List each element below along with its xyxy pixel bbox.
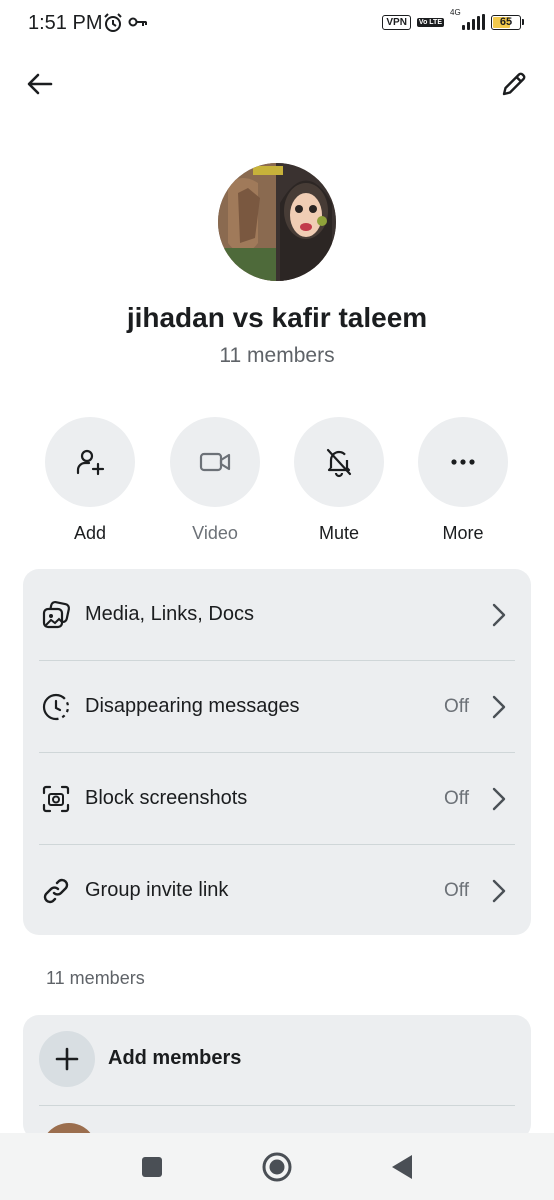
battery-level: 65 (499, 15, 513, 28)
edit-button[interactable] (496, 66, 532, 102)
media-icon (39, 598, 73, 632)
signal-icon: 4G (450, 8, 485, 30)
back-button[interactable] (22, 66, 58, 102)
plus-icon (55, 1047, 79, 1071)
more-action-button[interactable] (418, 417, 508, 507)
link-icon (39, 874, 73, 908)
settings-row-block-screenshots[interactable]: Block screenshots Off (23, 753, 531, 844)
home-button[interactable] (261, 1151, 293, 1183)
screenshot-camera-icon (39, 782, 73, 816)
settings-row-value: Off (444, 695, 469, 717)
divider (39, 1105, 515, 1106)
status-time: 1:51 PM (28, 12, 103, 34)
video-action-label: Video (192, 523, 238, 543)
more-dots-icon (451, 459, 475, 465)
add-action-label: Add (73, 523, 107, 543)
settings-row-disappearing[interactable]: Disappearing messages Off (23, 661, 531, 752)
mute-action-button[interactable] (294, 417, 384, 507)
mute-action-label: Mute (318, 523, 360, 543)
timer-icon (39, 690, 73, 724)
arrow-left-icon (27, 73, 53, 95)
add-members-label[interactable]: Add members (108, 1047, 241, 1070)
video-camera-icon (199, 452, 231, 472)
members-card: Add members (23, 1015, 531, 1179)
status-bar: 1:51 PM VPN Vo LTE 4G 65 (0, 0, 554, 48)
network-type: 4G (450, 8, 461, 17)
alarm-icon (102, 12, 124, 39)
square-icon (142, 1157, 162, 1177)
settings-row-value: Off (444, 879, 469, 901)
recents-button[interactable] (136, 1151, 168, 1183)
battery-icon: 65 (491, 14, 524, 30)
members-section-title: 11 members (46, 968, 145, 988)
more-action-label: More (442, 523, 484, 543)
settings-row-invite-link[interactable]: Group invite link Off (23, 845, 531, 936)
circle-home-icon (262, 1152, 292, 1182)
add-person-icon (76, 449, 105, 476)
chevron-right-icon (489, 603, 509, 627)
triangle-back-icon (392, 1155, 412, 1179)
key-icon (128, 14, 148, 35)
more-action[interactable]: More (413, 417, 513, 544)
status-indicators: VPN Vo LTE 4G 65 (382, 8, 524, 30)
video-action[interactable]: Video (165, 417, 265, 544)
group-avatar[interactable] (218, 163, 336, 281)
action-row: Add Video Mute More (0, 417, 554, 543)
vpn-badge: VPN (382, 14, 411, 30)
settings-row-label: Media, Links, Docs (85, 603, 254, 625)
system-nav-bar (0, 1133, 554, 1200)
settings-row-media[interactable]: Media, Links, Docs (23, 569, 531, 660)
volte-badge: Vo LTE (416, 17, 444, 27)
group-members-count: 11 members (219, 344, 335, 367)
settings-row-value: Off (444, 787, 469, 809)
add-action-button[interactable] (45, 417, 135, 507)
add-members-button[interactable] (39, 1031, 95, 1087)
chevron-right-icon (489, 879, 509, 903)
system-back-button[interactable] (386, 1151, 418, 1183)
settings-row-label: Disappearing messages (85, 695, 300, 717)
chevron-right-icon (489, 695, 509, 719)
bell-off-icon (326, 448, 352, 478)
chevron-right-icon (489, 787, 509, 811)
video-action-button[interactable] (170, 417, 260, 507)
settings-row-label: Block screenshots (85, 787, 248, 809)
add-action[interactable]: Add (40, 417, 140, 544)
settings-card: Media, Links, Docs Disappearing messages… (23, 569, 531, 935)
settings-row-label: Group invite link (85, 879, 229, 901)
top-bar (0, 64, 554, 104)
mute-action[interactable]: Mute (289, 417, 389, 544)
pencil-icon (502, 72, 526, 96)
group-name: jihadan vs kafir taleem (126, 302, 428, 333)
